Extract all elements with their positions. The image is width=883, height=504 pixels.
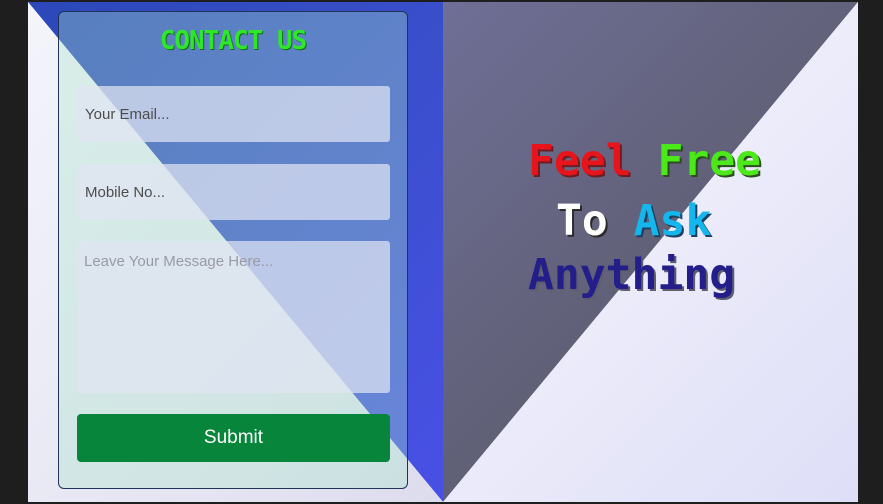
tagline-word-free: Free (657, 136, 762, 186)
contact-page: CONTACT US Submit Feel Free To Ask Anyth… (28, 2, 858, 502)
contact-form: CONTACT US Submit (58, 11, 408, 489)
email-field[interactable] (77, 86, 390, 142)
mobile-field[interactable] (77, 164, 390, 220)
tagline-word-to: To (556, 196, 608, 246)
tagline-line-3: Anything (528, 254, 768, 297)
submit-button[interactable]: Submit (77, 414, 390, 462)
tagline-word-ask: Ask (633, 196, 712, 246)
tagline-word-feel: Feel (528, 136, 632, 186)
tagline-line-2: To Ask (556, 200, 796, 243)
tagline-word-anything: Anything (528, 250, 736, 300)
tagline-line-1: Feel Free (528, 140, 768, 183)
form-title: CONTACT US (159, 26, 308, 56)
left-panel: CONTACT US Submit (28, 2, 443, 502)
message-field[interactable] (77, 241, 390, 393)
